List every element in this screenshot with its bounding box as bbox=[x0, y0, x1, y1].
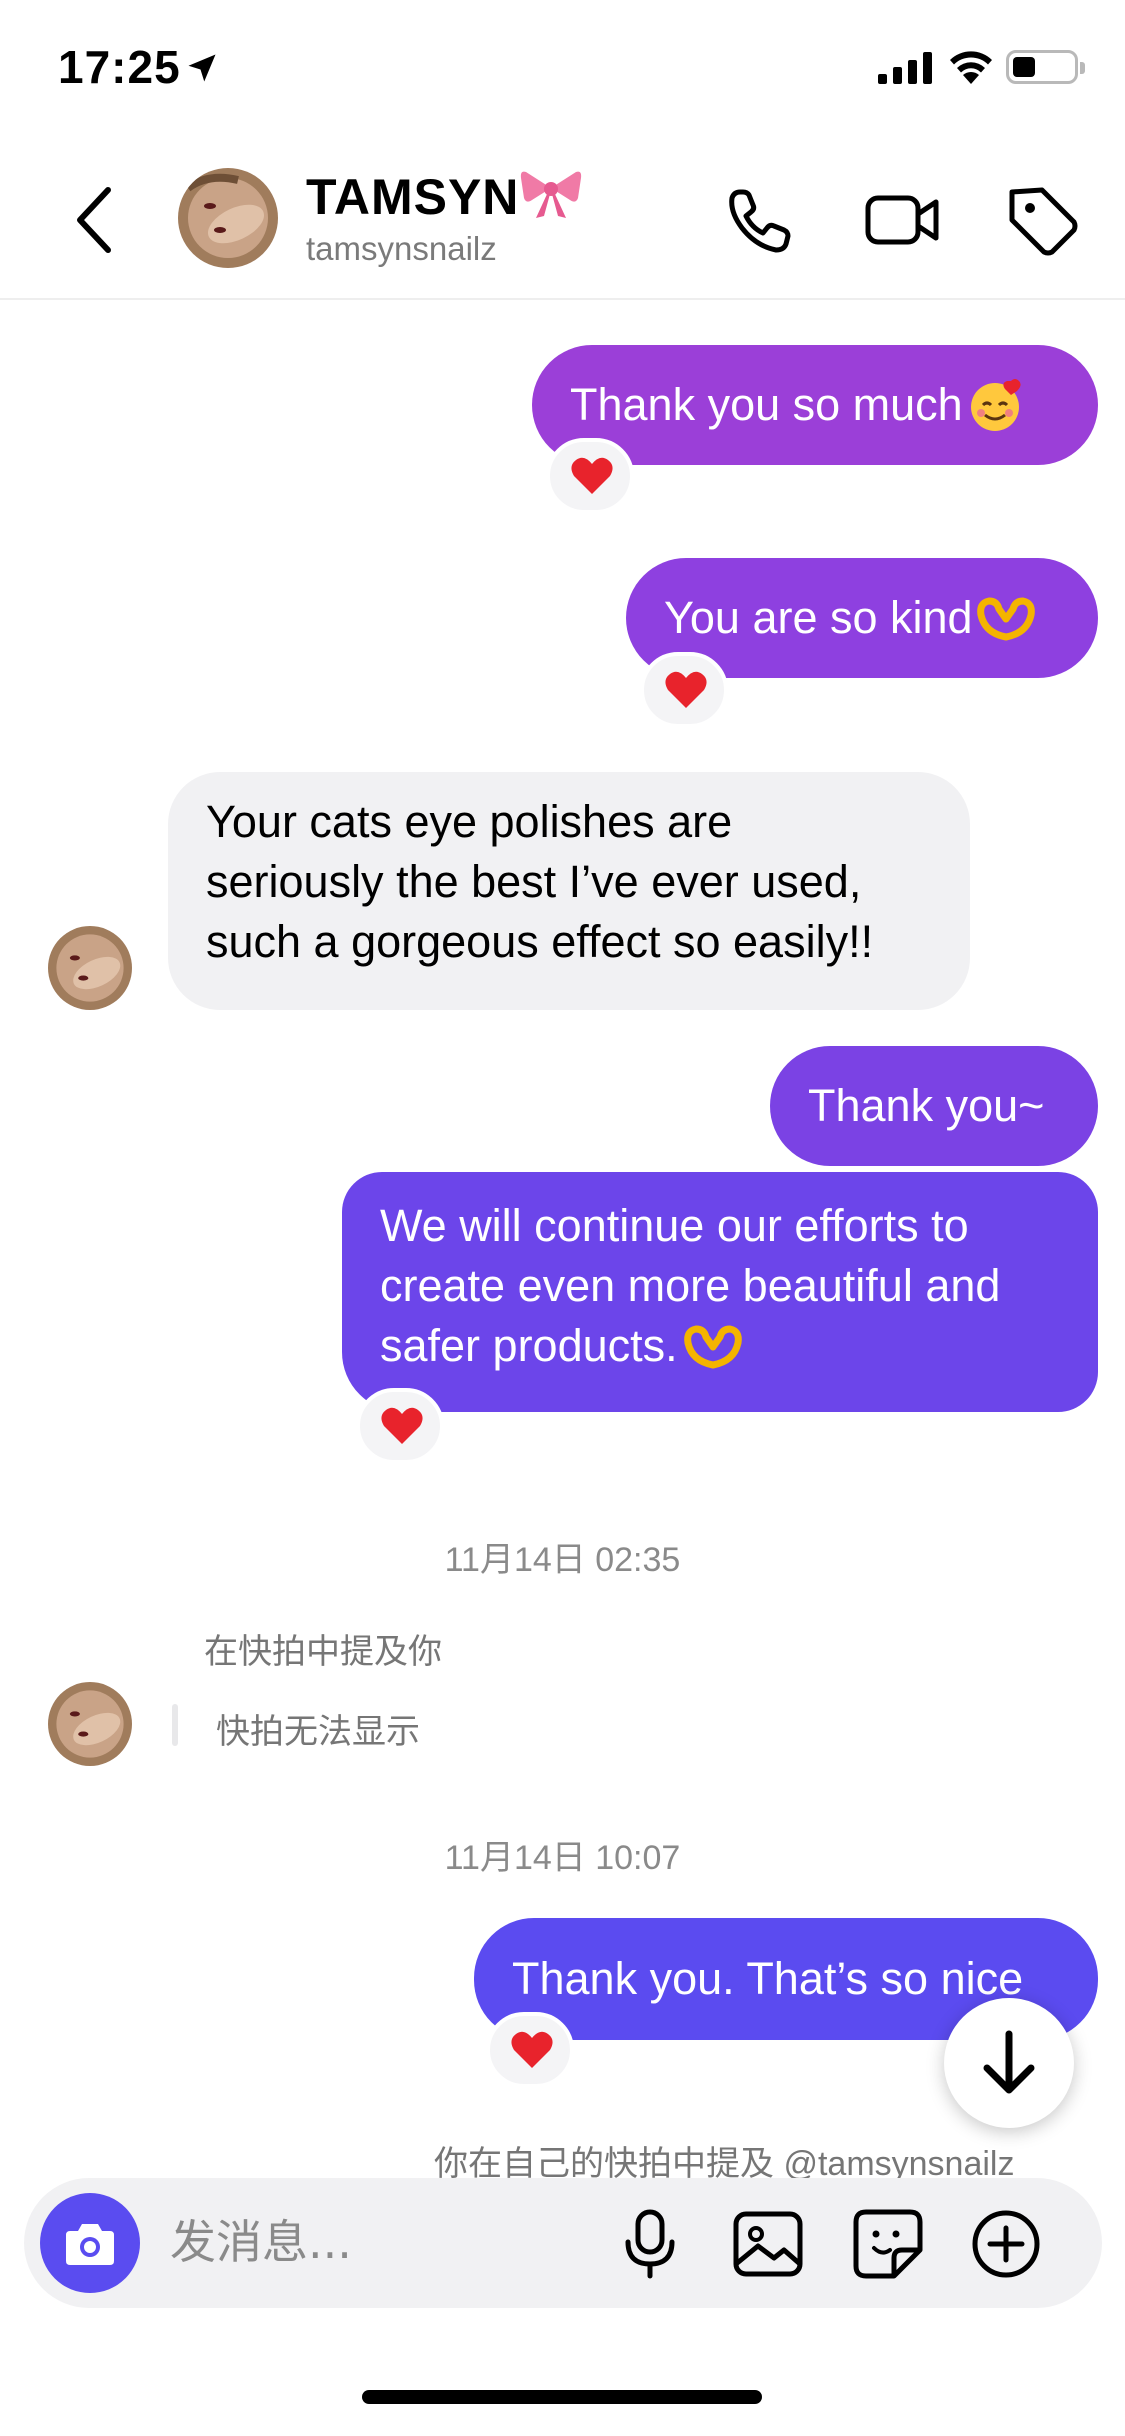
message-line: Your cats eye polishes are bbox=[206, 796, 733, 847]
heart-reaction[interactable] bbox=[356, 1388, 444, 1464]
outgoing-message[interactable]: Thank you~ bbox=[770, 1046, 1098, 1166]
message-line: We will continue our efforts to bbox=[380, 1200, 969, 1251]
back-chevron-icon[interactable] bbox=[66, 180, 126, 260]
tag-icon[interactable] bbox=[1000, 178, 1084, 262]
camera-button[interactable] bbox=[40, 2193, 140, 2293]
battery-icon bbox=[1006, 50, 1085, 84]
message-input[interactable] bbox=[170, 2210, 600, 2274]
scroll-to-bottom-button[interactable] bbox=[944, 1998, 1074, 2128]
smiling-face-with-hearts-icon bbox=[970, 379, 1021, 431]
cellular-signal-icon bbox=[878, 52, 932, 84]
heart-reaction[interactable] bbox=[546, 438, 634, 514]
arrow-down-icon bbox=[983, 2030, 1035, 2094]
message-composer bbox=[24, 2178, 1102, 2308]
sticker-icon[interactable] bbox=[850, 2206, 926, 2282]
incoming-message[interactable]: Your cats eye polishes are seriously the… bbox=[168, 772, 970, 1010]
add-plus-icon[interactable] bbox=[968, 2206, 1044, 2282]
heart-hands-icon bbox=[976, 597, 1035, 641]
message-text: You are so kind bbox=[664, 592, 973, 643]
heart-reaction[interactable] bbox=[486, 2012, 574, 2088]
message-line: create even more beautiful and bbox=[380, 1260, 1001, 1311]
message-line: seriously the best I’ve ever used, bbox=[206, 856, 862, 907]
status-bar: 17:25 bbox=[0, 0, 1125, 140]
ribbon-bow-icon bbox=[520, 171, 582, 218]
chat-header: TAMSYN tamsynsnailz bbox=[0, 140, 1125, 300]
contact-avatar[interactable] bbox=[48, 1682, 132, 1766]
contact-avatar[interactable] bbox=[48, 926, 132, 1010]
wifi-icon bbox=[950, 51, 992, 84]
heart-icon bbox=[571, 457, 613, 494]
contact-avatar[interactable] bbox=[178, 168, 278, 268]
phone-icon[interactable] bbox=[718, 178, 802, 262]
story-divider bbox=[172, 1704, 178, 1746]
gallery-image-icon[interactable] bbox=[730, 2206, 806, 2282]
story-mention-label: 在快拍中提及你 bbox=[204, 1633, 442, 1671]
message-line: such a gorgeous effect so easily!! bbox=[206, 916, 874, 967]
contact-name[interactable]: TAMSYN bbox=[306, 168, 519, 226]
location-arrow-icon bbox=[188, 54, 216, 82]
story-unavailable-text[interactable]: 快拍无法显示 bbox=[216, 1704, 420, 1753]
timestamp: 11月14日 10:07 bbox=[444, 1839, 681, 1877]
home-indicator[interactable] bbox=[362, 2390, 762, 2404]
message-line: safer products. bbox=[380, 1320, 678, 1371]
heart-icon bbox=[665, 671, 707, 708]
camera-icon bbox=[66, 2224, 114, 2265]
microphone-icon[interactable] bbox=[612, 2206, 688, 2282]
video-camera-icon[interactable] bbox=[860, 178, 944, 262]
message-text: Thank you so much bbox=[570, 379, 963, 430]
heart-reaction[interactable] bbox=[640, 652, 728, 728]
contact-username: tamsynsnailz bbox=[306, 230, 497, 267]
message-text: Thank you. That’s so nice bbox=[512, 1953, 1024, 2004]
heart-icon bbox=[381, 1407, 423, 1444]
heart-icon bbox=[511, 2031, 553, 2068]
timestamp: 11月14日 02:35 bbox=[444, 1541, 681, 1579]
message-text: Thank you~ bbox=[808, 1080, 1045, 1131]
status-time: 17:25 bbox=[58, 41, 181, 93]
outgoing-message[interactable]: We will continue our efforts to create e… bbox=[342, 1172, 1098, 1412]
heart-hands-icon bbox=[683, 1325, 742, 1369]
